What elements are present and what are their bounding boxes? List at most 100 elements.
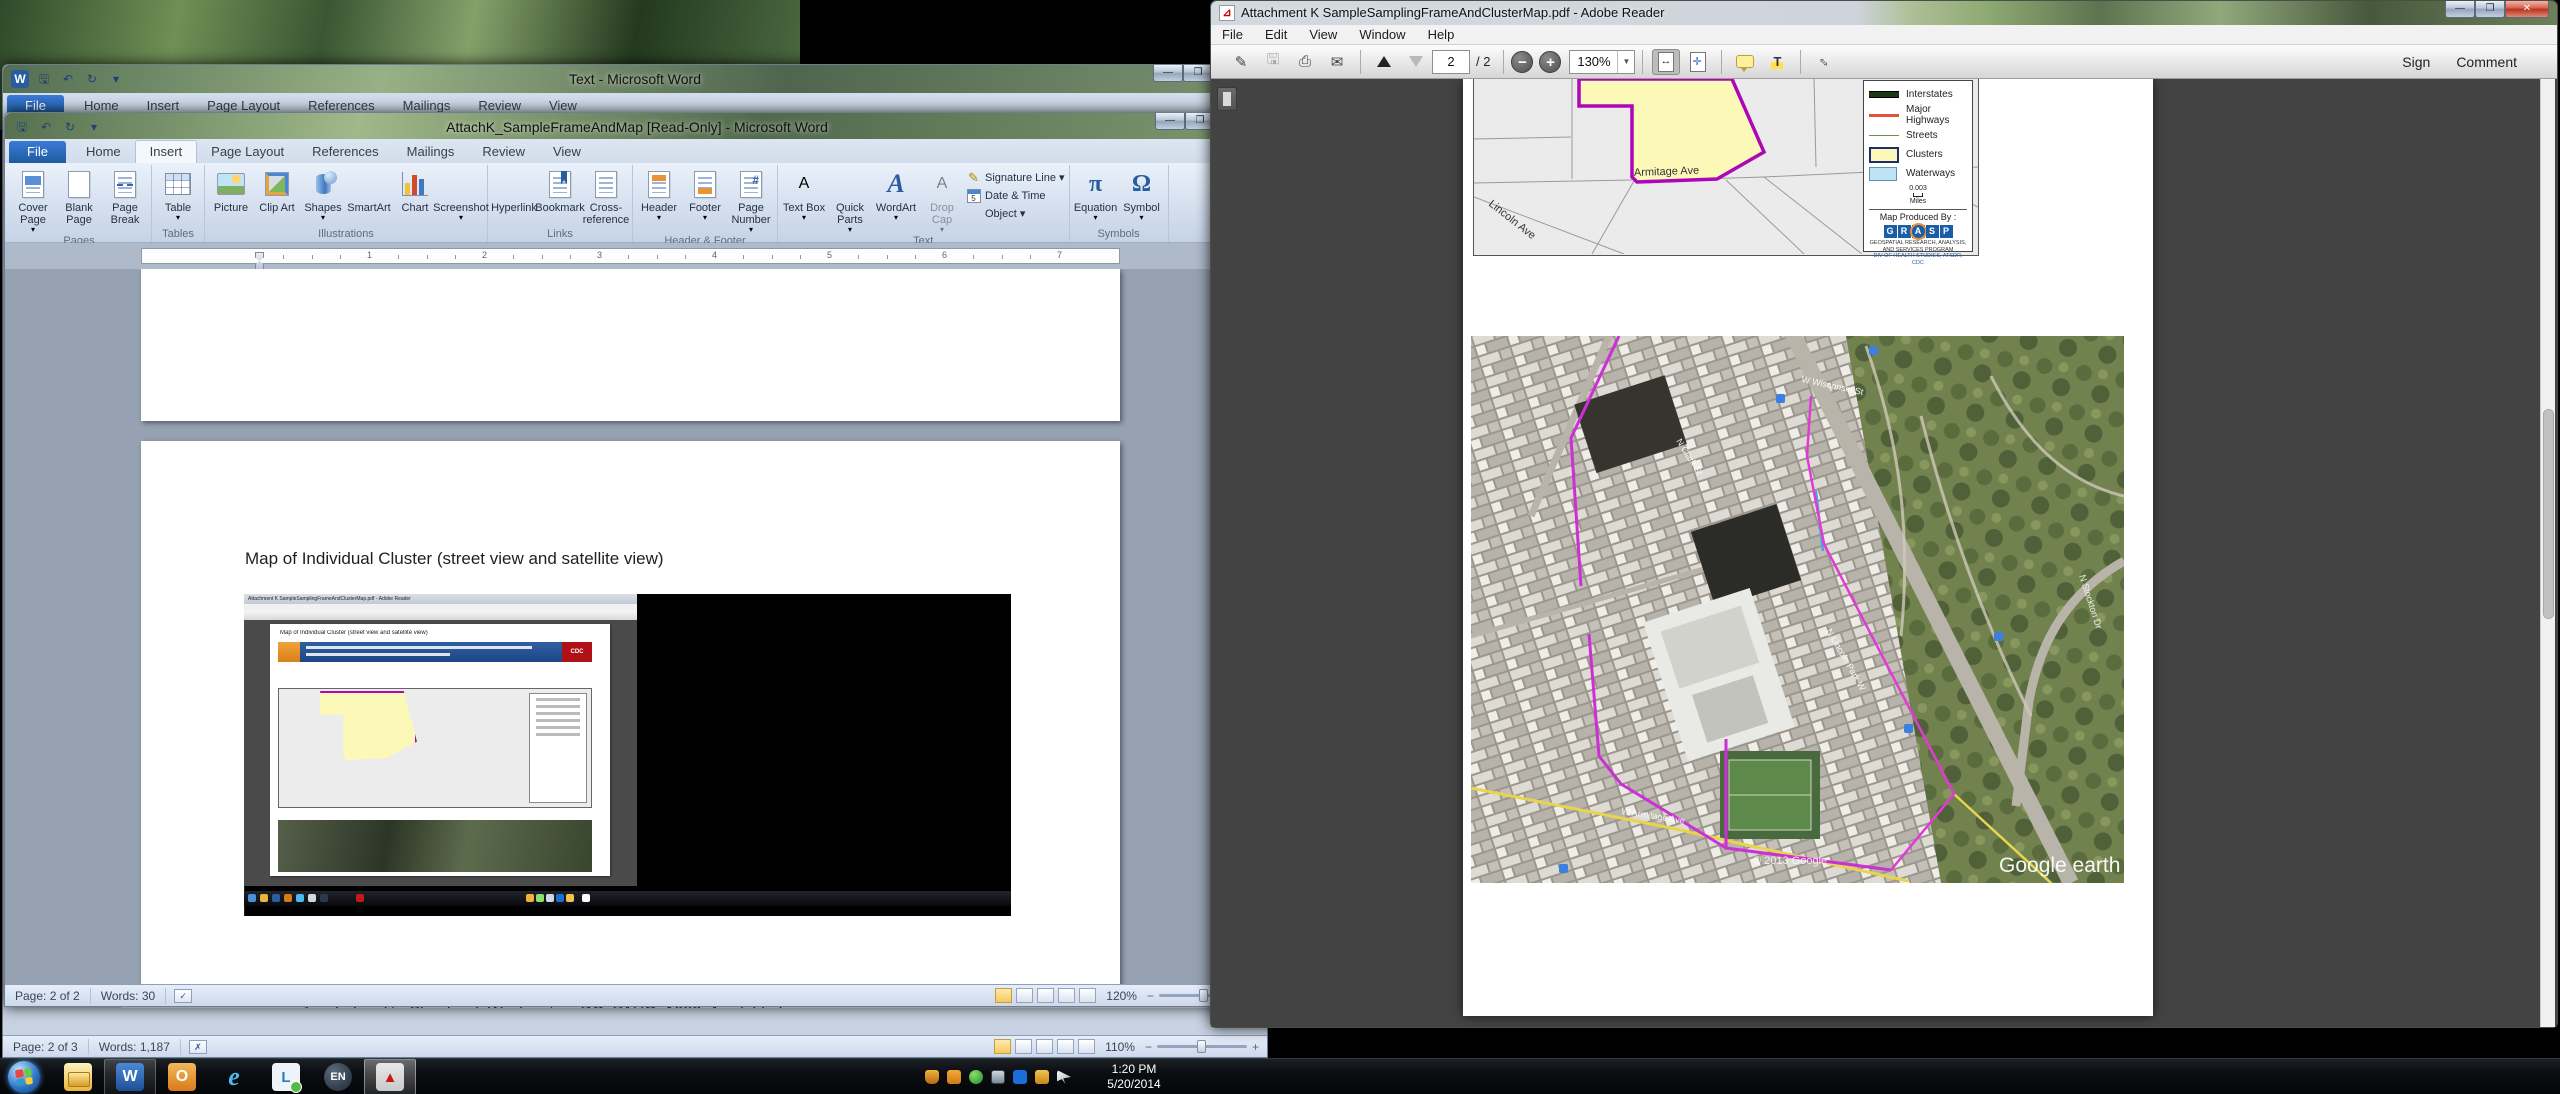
minimize-button[interactable]: — [1155, 113, 1185, 130]
display-icon[interactable] [991, 1070, 1005, 1084]
taskbar-app-word[interactable]: W [104, 1059, 156, 1094]
indent-marker[interactable] [255, 252, 264, 270]
previous-page-button[interactable] [1370, 49, 1398, 75]
tab-review[interactable]: Review [468, 141, 539, 163]
blank-page-button[interactable]: Blank Page [57, 167, 101, 226]
word-count[interactable]: Words: 1,187 [89, 1039, 181, 1055]
print-layout-view-button[interactable] [995, 988, 1012, 1003]
cross-reference-button[interactable]: Cross-reference [584, 167, 628, 226]
document-page-1[interactable] [141, 269, 1120, 421]
taskbar-app-lync[interactable]: L [260, 1059, 312, 1094]
email-icon[interactable]: ✉ [1323, 49, 1351, 75]
tab-page-layout[interactable]: Page Layout [197, 141, 298, 163]
spellcheck-error-icon[interactable]: ✗ [189, 1040, 207, 1054]
chart-button[interactable]: Chart [393, 167, 437, 214]
pdf-scroll-thumb[interactable] [2543, 409, 2554, 619]
draft-view-button[interactable] [1078, 1039, 1095, 1054]
word-count[interactable]: Words: 30 [91, 988, 166, 1004]
table-button[interactable]: Table▾ [156, 167, 200, 222]
sign-button[interactable]: Sign [2402, 54, 2430, 70]
menu-file[interactable]: File [1211, 27, 1254, 42]
page-indicator[interactable]: Page: 2 of 2 [5, 988, 91, 1004]
lock-icon[interactable] [1035, 1070, 1049, 1084]
screenshot-button[interactable]: Screenshot▾ [439, 167, 483, 222]
document-page-2[interactable]: Map of Individual Cluster (street view a… [141, 441, 1120, 984]
menu-window[interactable]: Window [1348, 27, 1416, 42]
tab-insert[interactable]: Insert [135, 140, 198, 163]
quick-parts-button[interactable]: Quick Parts▾ [828, 167, 872, 234]
smartart-button[interactable]: SmartArt [347, 167, 391, 214]
taskbar-clock[interactable]: 1:20 PM 5/20/2014 [1086, 1062, 1182, 1092]
minimize-button[interactable]: — [1153, 65, 1183, 82]
security-shield-icon[interactable] [925, 1070, 939, 1084]
bookmark-button[interactable]: Bookmark [538, 167, 582, 214]
minimize-button[interactable]: — [2445, 1, 2475, 18]
zoom-level[interactable]: 120% [1100, 989, 1143, 1003]
fit-page-button[interactable] [1684, 49, 1712, 75]
horizontal-ruler[interactable]: 1234567 [141, 248, 1120, 264]
bluetooth-icon[interactable] [1013, 1070, 1027, 1084]
menu-help[interactable]: Help [1417, 27, 1466, 42]
web-layout-view-button[interactable] [1037, 988, 1054, 1003]
page-break-button[interactable]: Page Break [103, 167, 147, 226]
page-number-input[interactable]: 2 [1432, 50, 1470, 74]
symbol-button[interactable]: ΩSymbol▾ [1120, 167, 1164, 222]
clip-art-button[interactable]: Clip Art [255, 167, 299, 214]
zoom-slider[interactable]: −+ [1145, 1040, 1259, 1054]
zoom-level[interactable]: 110% [1099, 1040, 1141, 1054]
start-button[interactable] [8, 1061, 40, 1093]
signature-line-button[interactable]: ✎Signature Line ▾ [966, 170, 1065, 185]
pdf-scrollbar[interactable] [2540, 79, 2555, 1027]
tab-references[interactable]: References [298, 141, 392, 163]
fullscreen-mode-icon[interactable]: ⇔ [1810, 49, 1838, 75]
footer-button[interactable]: Footer▾ [683, 167, 727, 222]
embedded-screenshot-image[interactable]: Text - Microsoft Word AttachK_SampleFram… [244, 594, 1011, 916]
hyperlink-button[interactable]: Hyperlink [492, 167, 536, 214]
equation-button[interactable]: πEquation▾ [1074, 167, 1118, 222]
header-button[interactable]: Header▾ [637, 167, 681, 222]
comment-button[interactable]: Comment [2456, 54, 2517, 70]
fullscreen-view-button[interactable] [1015, 1039, 1032, 1054]
next-page-button[interactable] [1402, 49, 1430, 75]
update-icon[interactable] [947, 1070, 961, 1084]
zoom-in-button[interactable]: + [1539, 51, 1561, 73]
print-layout-view-button[interactable] [994, 1039, 1011, 1054]
tab-home[interactable]: Home [72, 141, 135, 163]
tab-view[interactable]: View [539, 141, 595, 163]
drop-cap-button[interactable]: ADrop Cap▾ [920, 167, 964, 234]
shapes-button[interactable]: Shapes▾ [301, 167, 345, 222]
page-thumbnails-button[interactable] [1217, 87, 1237, 111]
picture-button[interactable]: Picture [209, 167, 253, 214]
outline-view-button[interactable] [1057, 1039, 1074, 1054]
menu-view[interactable]: View [1298, 27, 1348, 42]
page-number-button[interactable]: Page Number▾ [729, 167, 773, 234]
adobe-titlebar[interactable]: ⊿ Attachment K SampleSamplingFrameAndClu… [1211, 1, 2557, 25]
word-front-titlebar[interactable]: 🖫 ↶ ↻ ▾ AttachK_SampleFrameAndMap [Read-… [5, 113, 1269, 139]
taskbar-app-internet-explorer[interactable]: e [208, 1059, 260, 1094]
close-button[interactable]: ✕ [2505, 1, 2549, 18]
comment-balloon-icon[interactable] [1731, 49, 1759, 75]
word-back-titlebar[interactable]: W 🖫 ↶ ↻ ▾ Text - Microsoft Word — ❐ ✕ [3, 65, 1267, 93]
cover-page-button[interactable]: Cover Page▾ [11, 167, 55, 234]
zoom-out-button[interactable]: − [1511, 51, 1533, 73]
fit-width-button[interactable] [1652, 49, 1680, 75]
pdf-content-area[interactable]: Armitage Ave Lincoln Ave InterstatesMajo… [1211, 79, 2557, 1027]
wordart-button[interactable]: AWordArt▾ [874, 167, 918, 222]
sign-form-icon[interactable]: ✎ [1227, 49, 1255, 75]
document-heading[interactable]: Map of Individual Cluster (street view a… [245, 549, 664, 569]
menu-edit[interactable]: Edit [1254, 27, 1298, 42]
taskbar-app-adobe-reader[interactable]: ▲ [364, 1059, 416, 1094]
print-icon[interactable]: ⎙ [1291, 49, 1319, 75]
taskbar-app-outlook[interactable]: O [156, 1059, 208, 1094]
text-box-button[interactable]: AText Box▾ [782, 167, 826, 222]
tab-mailings[interactable]: Mailings [393, 141, 469, 163]
restore-button[interactable]: ❐ [2475, 1, 2505, 18]
web-layout-view-button[interactable] [1036, 1039, 1053, 1054]
zoom-select[interactable]: 130% ▼ [1569, 50, 1635, 74]
draft-view-button[interactable] [1079, 988, 1096, 1003]
pointer-icon[interactable] [1057, 1070, 1071, 1084]
page-indicator[interactable]: Page: 2 of 3 [3, 1039, 89, 1055]
tab-file[interactable]: File [9, 141, 66, 163]
object-button[interactable]: Object ▾ [966, 206, 1065, 221]
highlight-text-icon[interactable]: T [1763, 49, 1791, 75]
